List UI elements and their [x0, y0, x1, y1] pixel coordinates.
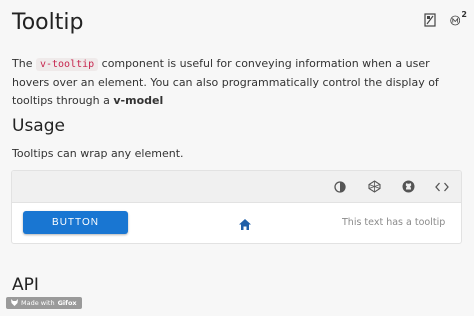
- example-body: BUTTON This text has a tooltip: [12, 203, 461, 243]
- invert-colors-icon[interactable]: [333, 180, 347, 194]
- example-card: BUTTON This text has a tooltip: [11, 170, 462, 244]
- api-heading: API: [12, 275, 39, 295]
- page-title: Tooltip: [12, 10, 84, 35]
- github-icon[interactable]: [401, 180, 415, 194]
- code-icon[interactable]: [435, 180, 449, 194]
- intro-paragraph: The v-tooltip component is useful for co…: [12, 55, 462, 110]
- home-icon[interactable]: [238, 216, 252, 230]
- header-icons: 2: [422, 9, 467, 28]
- usage-description: Tooltips can wrap any element.: [12, 147, 184, 160]
- watermark-brand: Gifox: [57, 299, 77, 307]
- primary-button[interactable]: BUTTON: [23, 211, 128, 234]
- tooltip-text[interactable]: This text has a tooltip: [342, 217, 445, 228]
- watermark-prefix: Made with: [21, 299, 55, 307]
- example-toolbar: [12, 171, 461, 203]
- ebook-icon[interactable]: [422, 12, 438, 28]
- intro-code: v-tooltip: [35, 58, 99, 71]
- page: Tooltip 2 The v-tooltip component is use…: [0, 0, 474, 316]
- usage-heading: Usage: [12, 116, 65, 136]
- intro-bold: v-model: [113, 94, 164, 107]
- fox-icon: [11, 298, 18, 308]
- codepen-icon[interactable]: [367, 180, 381, 194]
- gifox-watermark: Made with Gifox: [6, 297, 82, 309]
- medium-icon[interactable]: 2: [450, 9, 467, 28]
- header-superscript: 2: [461, 9, 467, 19]
- intro-prefix: The: [12, 57, 36, 70]
